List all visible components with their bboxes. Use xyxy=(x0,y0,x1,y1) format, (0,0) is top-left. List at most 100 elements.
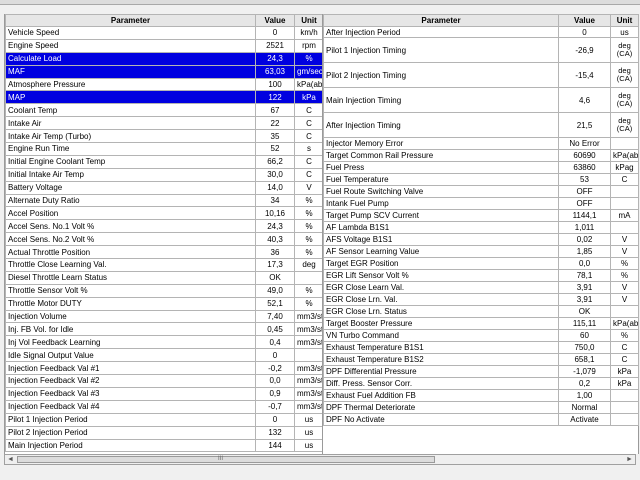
table-row[interactable]: Pilot 2 Injection Timing -15,4 deg (CA) xyxy=(323,62,639,88)
table-row[interactable]: Diff. Press. Sensor Corr. 0,2 kPa xyxy=(323,377,639,390)
column-header-unit[interactable]: Unit xyxy=(294,14,324,27)
table-row[interactable]: Target EGR Position 0,0% xyxy=(323,257,639,270)
table-row[interactable]: Engine Speed 2521 rpm xyxy=(5,38,324,53)
table-row[interactable]: Injection Feedback Val #1 -0,2 mm3/st xyxy=(5,361,324,376)
value-cell: No Error xyxy=(558,137,611,150)
unit-cell: C xyxy=(294,154,324,169)
value-cell: OK xyxy=(255,270,295,285)
table-row[interactable]: EGR Close Learn Val. 3,91 V xyxy=(323,281,639,294)
table-row[interactable]: After Injection Timing 21,5 deg (CA) xyxy=(323,112,639,138)
table-row[interactable]: Initial Engine Coolant Temp 66,2 C xyxy=(5,154,324,169)
table-row[interactable]: Actual Throttle Position 36% xyxy=(5,245,324,260)
table-row[interactable]: Idle Signal Output Value 0 xyxy=(5,348,324,363)
table-row[interactable]: Main Injection Timing 4,6 deg (CA) xyxy=(323,87,639,113)
value-cell: 3,91 xyxy=(558,281,611,294)
table-row[interactable]: Alternate Duty Ratio 34% xyxy=(5,193,324,208)
param-cell: AFS Voltage B1S1 xyxy=(323,233,559,246)
param-cell: Intake Air xyxy=(5,116,256,131)
table-row[interactable]: EGR Close Lrn. Val. 3,91 V xyxy=(323,293,639,306)
column-header-value[interactable]: Value xyxy=(255,14,295,27)
param-cell: AF Lambda B1S1 xyxy=(323,221,559,234)
param-cell: Inj. FB Vol. for Idle xyxy=(5,322,256,337)
table-row[interactable]: DPF Differential Pressure -1,079 kPa xyxy=(323,365,639,378)
table-row[interactable]: Injection Feedback Val #2 0,0 mm3/st xyxy=(5,374,324,388)
table-row[interactable]: Exhaust Temperature B1S2 658,1 C xyxy=(323,353,639,366)
table-row[interactable]: Accel Sens. No.2 Volt % 40,3% xyxy=(5,232,324,247)
table-row[interactable]: Intank Fuel Pump OFF xyxy=(323,197,639,210)
table-row[interactable]: Target Pump SCV Current 1144,1 mA xyxy=(323,209,639,222)
table-row[interactable]: Fuel Temperature 53 C xyxy=(323,173,639,186)
table-row[interactable]: Throttle Close Learning Val. 17,3 deg xyxy=(5,258,324,272)
table-row[interactable]: After Injection Period 0 us xyxy=(323,26,639,38)
unit-cell: % xyxy=(610,329,639,342)
table-row[interactable]: Intake Air 22 C xyxy=(5,116,324,131)
column-header-parameter[interactable]: Parameter xyxy=(5,14,256,27)
column-header-parameter[interactable]: Parameter xyxy=(323,14,559,27)
table-row[interactable]: DPF No Activate Activate xyxy=(323,413,639,426)
column-header-unit[interactable]: Unit xyxy=(610,14,639,27)
table-row[interactable]: Throttle Motor DUTY 52,1% xyxy=(5,296,324,311)
table-row[interactable]: MAP 122 kPa xyxy=(5,90,324,105)
table-row[interactable]: Atmosphere Pressure100kPa(abs) xyxy=(5,77,324,92)
column-header-value[interactable]: Value xyxy=(558,14,611,27)
param-cell: Throttle Motor DUTY xyxy=(5,296,256,311)
scrollbar-thumb[interactable]: III xyxy=(17,456,435,463)
table-row[interactable]: Inj. FB Vol. for Idle 0,45 mm3/st xyxy=(5,322,324,337)
table-row[interactable]: Accel Sens. No.1 Volt % 24,3% xyxy=(5,219,324,234)
table-row[interactable]: Target Booster Pressure115,11kPa(abs) xyxy=(323,317,639,330)
param-cell: Target Common Rail Pressure xyxy=(323,149,559,162)
table-row[interactable]: Intake Air Temp (Turbo) 35 C xyxy=(5,129,324,144)
unit-cell: V xyxy=(294,180,324,195)
table-row[interactable]: Initial Intake Air Temp 30,0 C xyxy=(5,167,324,182)
value-cell: 658,1 xyxy=(558,353,611,366)
value-cell: 40,3 xyxy=(255,232,295,247)
table-row[interactable]: MAF 63,03 gm/sec xyxy=(5,64,324,79)
table-row[interactable]: Calculate Load 24,3% xyxy=(5,51,324,66)
table-row[interactable]: AF Sensor Learning Value 1,85 V xyxy=(323,245,639,258)
table-row[interactable]: Pilot 1 Injection Period 0 us xyxy=(5,412,324,427)
value-cell: Normal xyxy=(558,401,611,414)
param-cell: Diff. Press. Sensor Corr. xyxy=(323,377,559,390)
param-cell: Engine Run Time xyxy=(5,142,256,156)
table-row[interactable]: Battery Voltage 14,0 V xyxy=(5,180,324,195)
table-row[interactable]: Fuel Route Switching Valve OFF xyxy=(323,185,639,198)
table-row[interactable]: Exhaust Temperature B1S1 750,0 C xyxy=(323,341,639,354)
value-cell: 1,00 xyxy=(558,389,611,402)
horizontal-scrollbar[interactable]: ◄ III ► xyxy=(4,454,636,465)
table-row[interactable]: Main Injection Period 144 us xyxy=(5,438,324,453)
param-cell: DPF No Activate xyxy=(323,413,559,426)
table-row[interactable]: AFS Voltage B1S1 0,02 V xyxy=(323,233,639,246)
table-row[interactable]: Coolant Temp 67 C xyxy=(5,103,324,118)
unit-cell: C xyxy=(294,103,324,118)
table-row[interactable]: Injection Feedback Val #3 0,9 mm3/st xyxy=(5,386,324,401)
table-row[interactable]: DPF Thermal Deteriorate Normal xyxy=(323,401,639,414)
table-row[interactable]: Engine Run Time 52 s xyxy=(5,142,324,156)
table-row[interactable]: Exhaust Fuel Addition FB 1,00 xyxy=(323,389,639,402)
table-row[interactable]: Injector Memory Error No Error xyxy=(323,137,639,150)
table-row[interactable]: AF Lambda B1S1 1,011 xyxy=(323,221,639,234)
table-row[interactable]: Throttle Sensor Volt % 49,0% xyxy=(5,283,324,298)
table-row[interactable]: VN Turbo Command 60% xyxy=(323,329,639,342)
table-row[interactable]: Pilot 1 Injection Timing -26,9 deg (CA) xyxy=(323,37,639,63)
table-row[interactable]: Vehicle Speed 0 km/h xyxy=(5,26,324,40)
table-row[interactable]: EGR Lift Sensor Volt % 78,1% xyxy=(323,269,639,282)
scroll-left-arrow-icon[interactable]: ◄ xyxy=(5,455,16,464)
unit-cell: C xyxy=(610,173,639,186)
param-cell: Initial Engine Coolant Temp xyxy=(5,154,256,169)
param-cell: Idle Signal Output Value xyxy=(5,348,256,363)
scroll-right-arrow-icon[interactable]: ► xyxy=(624,455,635,464)
table-row[interactable]: Accel Position 10,16% xyxy=(5,206,324,221)
table-row[interactable]: Injection Feedback Val #4 -0,7 mm3/st xyxy=(5,399,324,414)
table-row[interactable]: Fuel Press 63860 kPag xyxy=(323,161,639,174)
value-cell: -0,2 xyxy=(255,361,295,376)
table-row[interactable]: Injection Volume 7,40 mm3/st xyxy=(5,309,324,324)
table-row[interactable]: Pilot 2 Injection Period 132 us xyxy=(5,425,324,440)
table-row[interactable]: EGR Close Lrn. Status OK xyxy=(323,305,639,318)
table-row[interactable]: Inj Vol Feedback Learning 0,4 mm3/st xyxy=(5,335,324,350)
unit-cell: deg xyxy=(294,258,324,272)
table-row[interactable]: Diesel Throttle Learn Status OK xyxy=(5,270,324,285)
unit-cell: kPa(abs) xyxy=(294,77,324,92)
param-cell: Fuel Press xyxy=(323,161,559,174)
table-row[interactable]: Target Common Rail Pressure60690kPa(abs) xyxy=(323,149,639,162)
value-cell: 14,0 xyxy=(255,180,295,195)
